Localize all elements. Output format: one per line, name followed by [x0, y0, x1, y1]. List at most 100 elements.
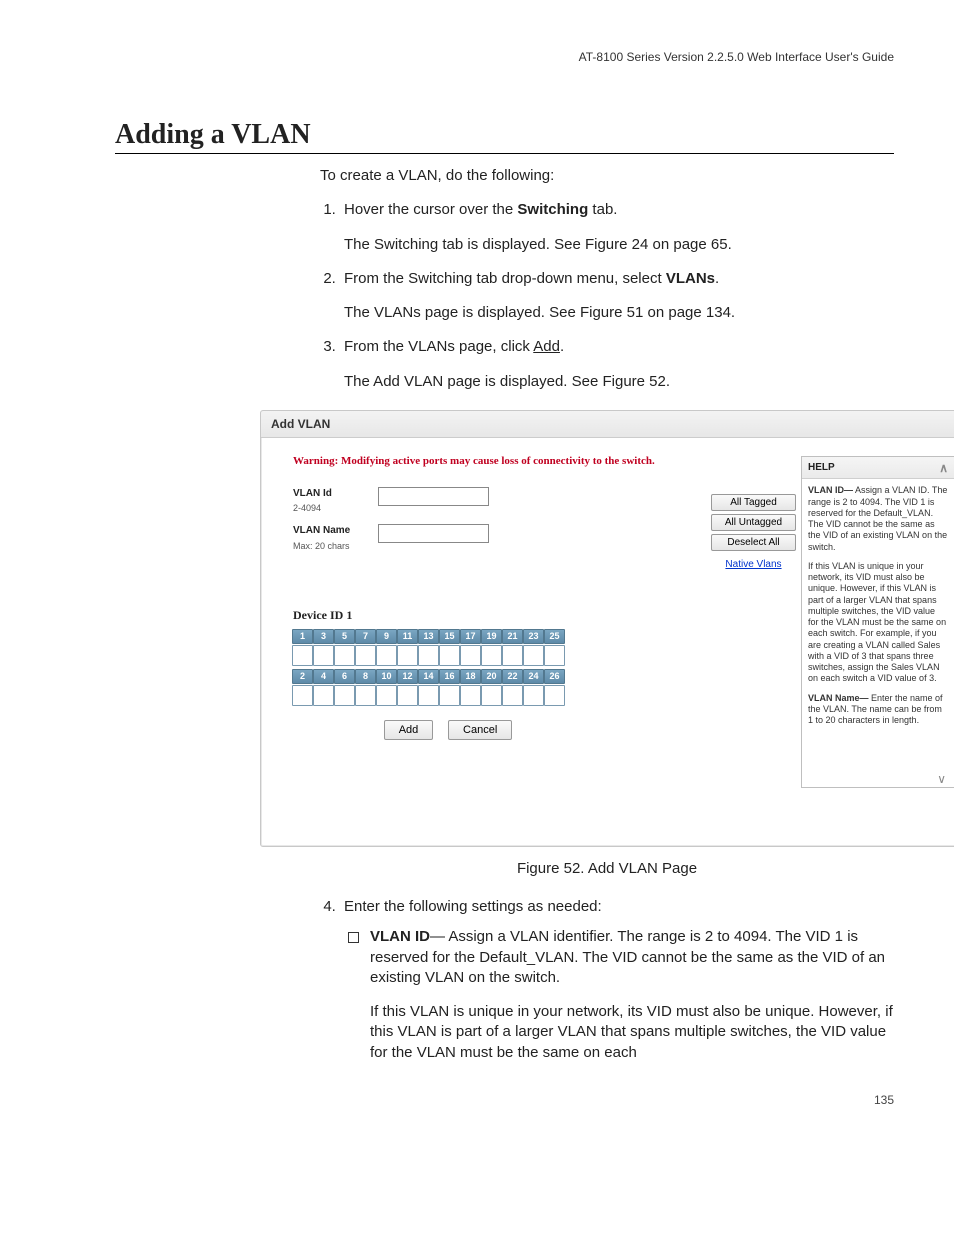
vlan-name-hint: Max: 20 chars [293, 540, 378, 552]
port-19-box[interactable] [481, 645, 502, 666]
port-21[interactable]: 21 [503, 629, 522, 666]
port-9-box[interactable] [376, 645, 397, 666]
port-15-label: 15 [439, 629, 460, 644]
port-5[interactable]: 5 [335, 629, 354, 666]
port-26[interactable]: 26 [545, 669, 564, 706]
step-4-item-bold: VLAN ID [370, 928, 430, 945]
native-vlans-link[interactable]: Native Vlans [711, 558, 796, 572]
port-23-label: 23 [523, 629, 544, 644]
port-11-label: 11 [397, 629, 418, 644]
cancel-button[interactable]: Cancel [448, 720, 512, 740]
vlan-name-input[interactable] [378, 524, 489, 543]
port-24-box[interactable] [523, 685, 544, 706]
page-number: 135 [115, 1093, 894, 1107]
port-17[interactable]: 17 [461, 629, 480, 666]
port-20-box[interactable] [481, 685, 502, 706]
port-21-box[interactable] [502, 645, 523, 666]
step-3-underline: Add [533, 338, 560, 355]
port-16-box[interactable] [439, 685, 460, 706]
port-15[interactable]: 15 [440, 629, 459, 666]
side-button-column: All Tagged All Untagged Deselect All Nat… [711, 494, 796, 572]
all-untagged-button[interactable]: All Untagged [711, 514, 796, 531]
intro-text: To create a VLAN, do the following: [320, 166, 894, 186]
port-1[interactable]: 1 [293, 629, 312, 666]
port-25[interactable]: 25 [545, 629, 564, 666]
page-title: Adding a VLAN [115, 119, 894, 154]
port-9[interactable]: 9 [377, 629, 396, 666]
port-8-box[interactable] [355, 685, 376, 706]
port-3[interactable]: 3 [314, 629, 333, 666]
port-22[interactable]: 22 [503, 669, 522, 706]
port-8-label: 8 [355, 669, 376, 684]
port-10[interactable]: 10 [377, 669, 396, 706]
figure-add-vlan: Add VLAN Warning: Modifying active ports… [260, 410, 954, 847]
add-button[interactable]: Add [384, 720, 434, 740]
step-2: From the Switching tab drop-down menu, s… [340, 269, 894, 324]
port-3-box[interactable] [313, 645, 334, 666]
port-23-box[interactable] [523, 645, 544, 666]
port-3-label: 3 [313, 629, 334, 644]
port-12[interactable]: 12 [398, 669, 417, 706]
port-17-box[interactable] [460, 645, 481, 666]
help-p2: If this VLAN is unique in your network, … [808, 561, 948, 685]
port-2-box[interactable] [292, 685, 313, 706]
port-2-label: 2 [292, 669, 313, 684]
port-10-label: 10 [376, 669, 397, 684]
port-13[interactable]: 13 [419, 629, 438, 666]
port-12-label: 12 [397, 669, 418, 684]
vlan-id-label: VLAN Id [293, 487, 378, 501]
port-20[interactable]: 20 [482, 669, 501, 706]
help-body: VLAN ID— Assign a VLAN ID. The range is … [802, 479, 954, 787]
step-1-post: tab. [588, 201, 617, 218]
port-6[interactable]: 6 [335, 669, 354, 706]
help-panel: HELP ∧ VLAN ID— Assign a VLAN ID. The ra… [801, 456, 954, 789]
step-2-bold: VLANs [666, 270, 715, 287]
port-6-label: 6 [334, 669, 355, 684]
port-11[interactable]: 11 [398, 629, 417, 666]
port-7-box[interactable] [355, 645, 376, 666]
port-1-label: 1 [292, 629, 313, 644]
port-23[interactable]: 23 [524, 629, 543, 666]
port-18-box[interactable] [460, 685, 481, 706]
port-18[interactable]: 18 [461, 669, 480, 706]
deselect-all-button[interactable]: Deselect All [711, 534, 796, 551]
port-7[interactable]: 7 [356, 629, 375, 666]
port-8[interactable]: 8 [356, 669, 375, 706]
step-4-bullet-vlan-id: VLAN ID— Assign a VLAN identifier. The r… [370, 927, 894, 1063]
port-22-box[interactable] [502, 685, 523, 706]
port-6-box[interactable] [334, 685, 355, 706]
port-5-box[interactable] [334, 645, 355, 666]
figure-caption: Figure 52. Add VLAN Page [320, 859, 894, 879]
port-11-box[interactable] [397, 645, 418, 666]
port-26-box[interactable] [544, 685, 565, 706]
step-4-item-para2: If this VLAN is unique in your network, … [370, 1002, 894, 1063]
all-tagged-button[interactable]: All Tagged [711, 494, 796, 511]
port-24[interactable]: 24 [524, 669, 543, 706]
port-25-box[interactable] [544, 645, 565, 666]
port-2[interactable]: 2 [293, 669, 312, 706]
scroll-down-icon[interactable]: ∨ [937, 774, 946, 784]
port-4[interactable]: 4 [314, 669, 333, 706]
port-13-box[interactable] [418, 645, 439, 666]
port-14-box[interactable] [418, 685, 439, 706]
port-15-box[interactable] [439, 645, 460, 666]
port-4-box[interactable] [313, 685, 334, 706]
port-1-box[interactable] [292, 645, 313, 666]
port-16-label: 16 [439, 669, 460, 684]
port-7-label: 7 [355, 629, 376, 644]
port-10-box[interactable] [376, 685, 397, 706]
vlan-id-input[interactable] [378, 487, 489, 506]
running-header: AT-8100 Series Version 2.2.5.0 Web Inter… [115, 50, 894, 64]
step-3-sub: The Add VLAN page is displayed. See Figu… [344, 372, 894, 392]
port-4-label: 4 [313, 669, 334, 684]
vlan-id-hint: 2-4094 [293, 502, 378, 514]
scroll-up-icon[interactable]: ∧ [939, 463, 948, 473]
figure-action-row: Add Cancel [293, 720, 603, 740]
port-16[interactable]: 16 [440, 669, 459, 706]
port-14[interactable]: 14 [419, 669, 438, 706]
figure-titlebar: Add VLAN [261, 411, 954, 438]
port-19[interactable]: 19 [482, 629, 501, 666]
port-24-label: 24 [523, 669, 544, 684]
step-2-post: . [715, 270, 719, 287]
port-12-box[interactable] [397, 685, 418, 706]
